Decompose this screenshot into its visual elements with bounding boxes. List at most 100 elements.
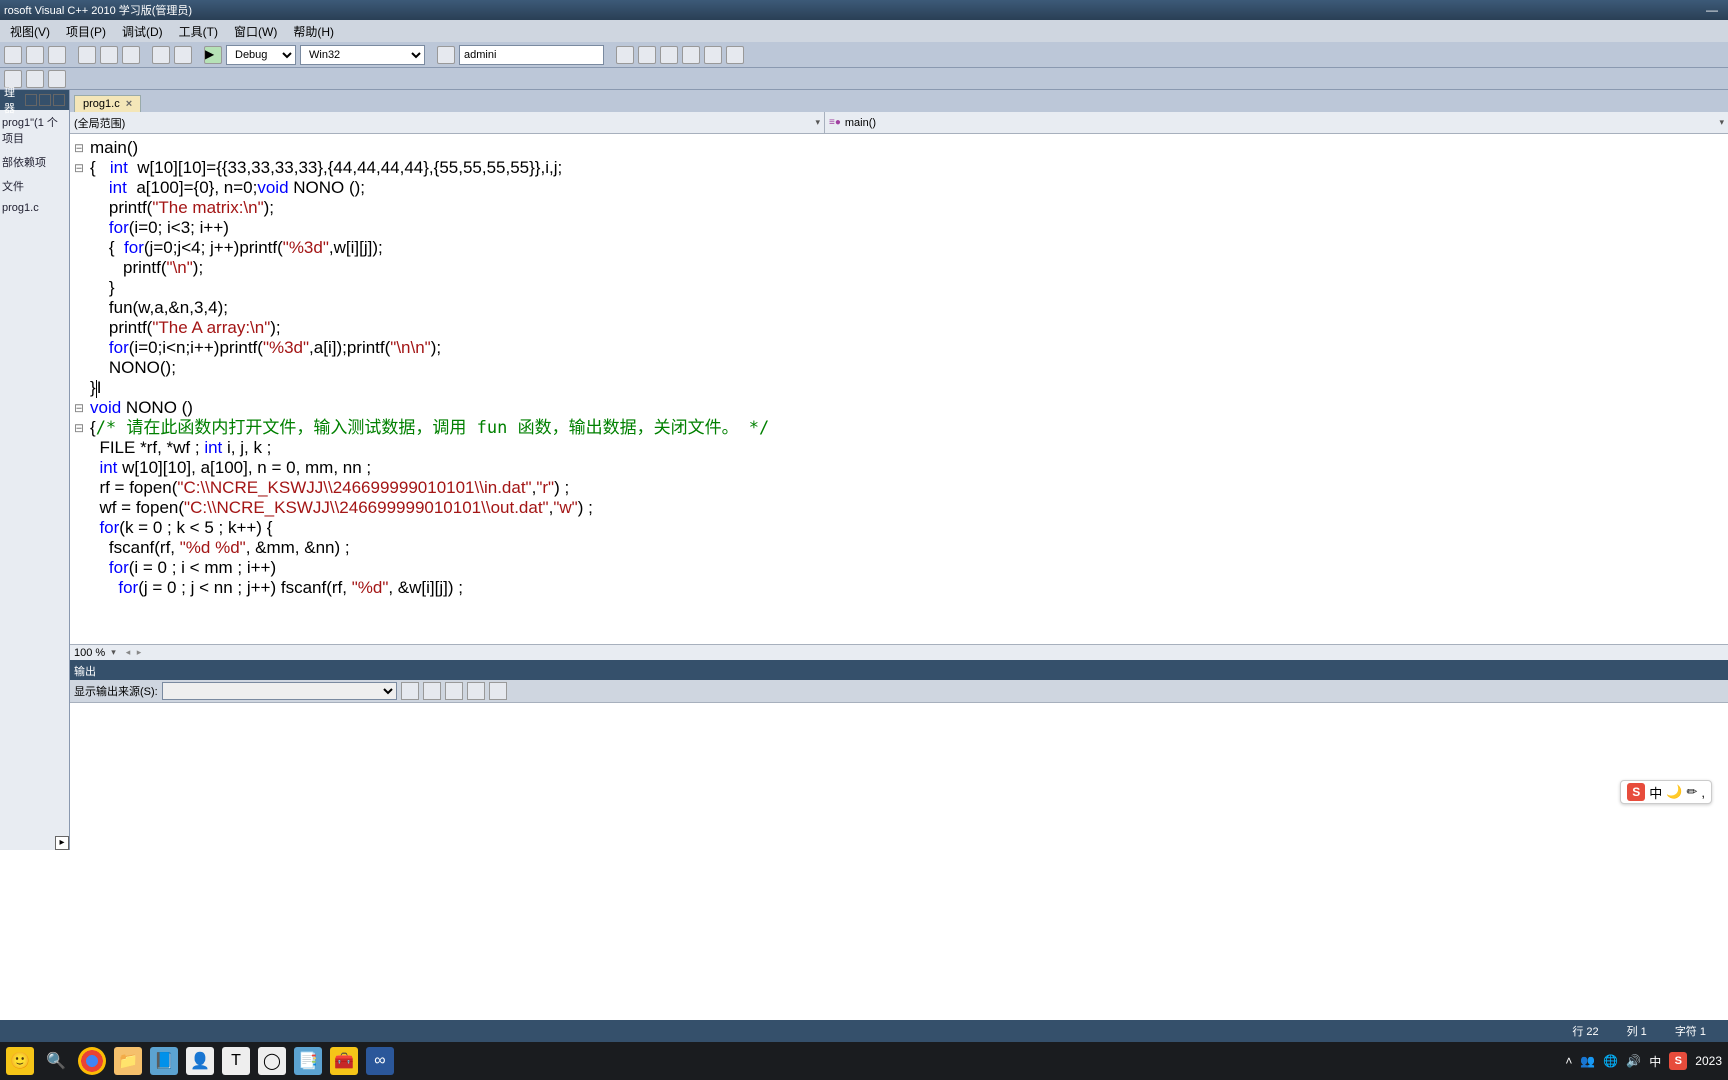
ime-floating-bar[interactable]: S 中 🌙 ✏ ,	[1620, 780, 1712, 804]
comment-icon[interactable]	[48, 70, 66, 88]
taskbar-chrome-icon[interactable]	[78, 1047, 106, 1075]
window-title: rosoft Visual C++ 2010 学习版(管理员)	[4, 2, 192, 18]
menu-help[interactable]: 帮助(H)	[287, 21, 340, 42]
panel-close-icon[interactable]	[53, 94, 65, 106]
main-area: 理器 prog1"(1 个项目 部依赖项 文件 prog1.c ▸ prog1.…	[0, 90, 1728, 850]
tab-close-icon[interactable]: ×	[126, 98, 132, 110]
status-line: 行 22	[1558, 1023, 1612, 1039]
scope-left[interactable]: (全局范围)	[70, 112, 825, 133]
taskbar-app-6[interactable]: 🧰	[330, 1047, 358, 1075]
output-btn-4[interactable]	[467, 682, 485, 700]
window-title-bar: rosoft Visual C++ 2010 学习版(管理员) —	[0, 0, 1728, 20]
output-btn-3[interactable]	[445, 682, 463, 700]
status-bar: 行 22 列 1 字符 1	[0, 1020, 1728, 1042]
fold-gutter[interactable]: ⊟⊟⊟⊟	[70, 138, 88, 598]
taskbar-explorer-icon[interactable]: 📁	[114, 1047, 142, 1075]
toolbar-icon-5[interactable]	[704, 46, 722, 64]
status-char: 字符 1	[1661, 1023, 1720, 1039]
menu-window[interactable]: 窗口(W)	[228, 21, 283, 42]
start-debug-icon[interactable]: ▶	[204, 46, 222, 64]
status-col: 列 1	[1613, 1023, 1661, 1039]
output-toolbar: 显示输出来源(S):	[70, 680, 1728, 702]
taskbar-search-icon[interactable]: 🔍	[42, 1047, 70, 1075]
find-input[interactable]	[459, 45, 604, 65]
platform-select[interactable]: Win32	[300, 45, 425, 65]
new-project-icon[interactable]	[4, 46, 22, 64]
code-editor[interactable]: ⊟⊟⊟⊟ main(){ int w[10][10]={{33,33,33,33…	[70, 134, 1728, 644]
save-icon[interactable]	[26, 46, 44, 64]
menu-view[interactable]: 视图(V)	[4, 21, 56, 42]
taskbar-app-5[interactable]: 📑	[294, 1047, 322, 1075]
toolbar-icon-1[interactable]	[616, 46, 634, 64]
scope-bar: (全局范围) ≡● main()	[70, 112, 1728, 134]
menu-tools[interactable]: 工具(T)	[173, 21, 224, 42]
function-icon: ≡●	[829, 117, 841, 128]
paste-icon[interactable]	[122, 46, 140, 64]
outdent-icon[interactable]	[26, 70, 44, 88]
zoom-level[interactable]: 100 %	[74, 647, 105, 659]
tray-network-icon[interactable]: 🌐	[1603, 1054, 1618, 1068]
solution-explorer-header: 理器	[0, 90, 69, 110]
output-body[interactable]	[70, 702, 1728, 850]
toolbar-icon-6[interactable]	[726, 46, 744, 64]
copy-icon[interactable]	[100, 46, 118, 64]
output-btn-5[interactable]	[489, 682, 507, 700]
output-btn-1[interactable]	[401, 682, 419, 700]
tray-time[interactable]: 2023	[1695, 1054, 1722, 1068]
output-header: 输出	[70, 662, 1728, 680]
tray-ime-lang[interactable]: 中	[1649, 1053, 1661, 1070]
tab-prog1[interactable]: prog1.c ×	[74, 95, 141, 112]
sidebar-expand-icon[interactable]: ▸	[55, 836, 69, 850]
sidebar-item-solution[interactable]: prog1"(1 个项目	[0, 110, 69, 150]
taskbar-app-1[interactable]: 🙂	[6, 1047, 34, 1075]
cut-icon[interactable]	[78, 46, 96, 64]
ime-comma-icon[interactable]: ,	[1701, 785, 1705, 800]
panel-dropdown-icon[interactable]	[25, 94, 37, 106]
undo-icon[interactable]	[152, 46, 170, 64]
taskbar-app-3[interactable]: T	[222, 1047, 250, 1075]
toolbar-icon-3[interactable]	[660, 46, 678, 64]
h-scroll-icon[interactable]: ◂ ▸	[126, 647, 144, 658]
code-text[interactable]: main(){ int w[10][10]={{33,33,33,33},{44…	[90, 138, 1728, 598]
ime-moon-icon[interactable]: 🌙	[1666, 784, 1682, 800]
menu-project[interactable]: 项目(P)	[60, 21, 112, 42]
output-btn-2[interactable]	[423, 682, 441, 700]
toolbar-icon-2[interactable]	[638, 46, 656, 64]
main-toolbar: ▶ Debug Win32	[0, 42, 1728, 68]
taskbar-notepad-icon[interactable]: 📘	[150, 1047, 178, 1075]
save-all-icon[interactable]	[48, 46, 66, 64]
panel-pin-icon[interactable]	[39, 94, 51, 106]
taskbar-app-4[interactable]: ◯	[258, 1047, 286, 1075]
taskbar-app-2[interactable]: 👤	[186, 1047, 214, 1075]
zoom-bar: 100 % ▾ ◂ ▸	[70, 644, 1728, 660]
tray-volume-icon[interactable]: 🔊	[1626, 1054, 1641, 1068]
ime-pen-icon[interactable]: ✏	[1686, 784, 1697, 800]
sidebar-item-dependencies[interactable]: 部依赖项	[0, 150, 69, 174]
ime-lang[interactable]: 中	[1649, 783, 1662, 802]
windows-taskbar: 🙂 🔍 📁 📘 👤 T ◯ 📑 🧰 ∞ ˄ 👥 🌐 🔊 中 S 2023	[0, 1042, 1728, 1080]
menu-debug[interactable]: 调试(D)	[116, 21, 169, 42]
output-panel: 输出 显示输出来源(S):	[70, 660, 1728, 850]
find-icon[interactable]	[437, 46, 455, 64]
sogou-logo-icon: S	[1627, 783, 1645, 801]
secondary-toolbar	[0, 68, 1728, 90]
sidebar-item-file-prog1[interactable]: prog1.c	[0, 198, 69, 218]
editor-column: prog1.c × (全局范围) ≡● main() ⊟⊟⊟⊟ main(){ …	[70, 90, 1728, 850]
tray-chevron-icon[interactable]: ˄	[1565, 1054, 1572, 1068]
tab-label: prog1.c	[83, 98, 120, 110]
zoom-dropdown-icon[interactable]: ▾	[111, 647, 116, 658]
taskbar-vs-icon[interactable]: ∞	[366, 1047, 394, 1075]
tray-sogou-icon[interactable]: S	[1669, 1052, 1687, 1070]
redo-icon[interactable]	[174, 46, 192, 64]
tray-people-icon[interactable]: 👥	[1580, 1054, 1595, 1068]
solution-explorer: 理器 prog1"(1 个项目 部依赖项 文件 prog1.c ▸	[0, 90, 70, 850]
tab-strip: prog1.c ×	[70, 90, 1728, 112]
scope-right[interactable]: ≡● main()	[825, 112, 1728, 133]
menu-bar: 视图(V) 项目(P) 调试(D) 工具(T) 窗口(W) 帮助(H)	[0, 20, 1728, 42]
sidebar-item-files[interactable]: 文件	[0, 174, 69, 198]
minimize-button[interactable]: —	[1700, 3, 1724, 17]
toolbar-icon-4[interactable]	[682, 46, 700, 64]
config-select[interactable]: Debug	[226, 45, 296, 65]
output-source-select[interactable]	[162, 682, 397, 700]
system-tray[interactable]: ˄ 👥 🌐 🔊 中 S 2023	[1565, 1052, 1722, 1070]
